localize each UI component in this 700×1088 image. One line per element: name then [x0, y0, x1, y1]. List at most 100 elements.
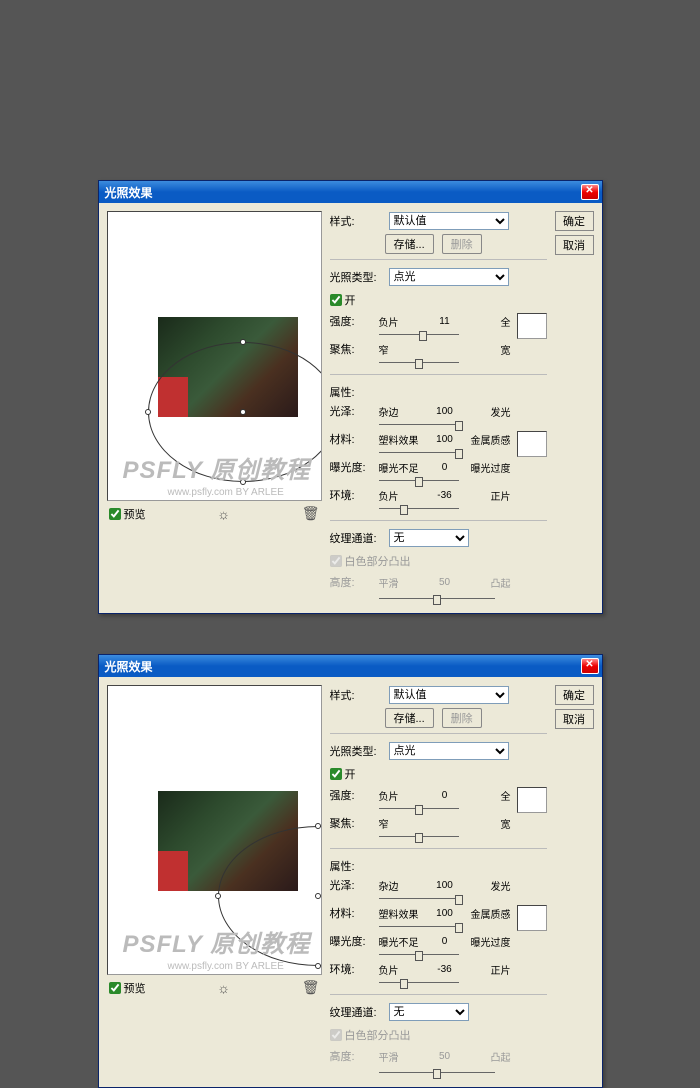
slider-right-label: 宽 — [463, 816, 511, 831]
style-select[interactable]: 默认值 — [389, 212, 509, 230]
light-type-label: 光照类型: — [330, 269, 385, 285]
slider-label: 高度: — [330, 1048, 375, 1064]
slider-value: -36 — [431, 964, 459, 975]
slider-left-label: 窄 — [379, 816, 427, 831]
slider-label: 曝光度: — [330, 459, 375, 475]
slider-label: 环境: — [330, 487, 375, 503]
slider-label: 强度: — [330, 313, 375, 329]
slider-value: 0 — [431, 462, 459, 473]
texture-channel-select[interactable]: 无 — [389, 529, 469, 547]
slider-right-label: 发光 — [463, 878, 511, 893]
slider-value: 0 — [431, 936, 459, 947]
slider-label: 高度: — [330, 574, 375, 590]
texture-channel-select[interactable]: 无 — [389, 1003, 469, 1021]
slider-track — [379, 1067, 495, 1079]
slider-right-label: 正片 — [463, 488, 511, 503]
texture-channel-label: 纹理通道: — [330, 530, 385, 546]
trash-icon[interactable]: 🗑 — [302, 505, 320, 522]
trash-icon[interactable]: 🗑 — [302, 979, 320, 996]
preview-checkbox[interactable]: 预览 — [109, 980, 146, 996]
slider-value: 100 — [431, 908, 459, 919]
ok-button[interactable]: 确定 — [555, 211, 594, 231]
slider-left-label: 平滑 — [379, 1049, 427, 1064]
slider-left-label: 塑料效果 — [379, 906, 427, 921]
light-color-swatch[interactable] — [517, 787, 547, 813]
light-type-select[interactable]: 点光 — [389, 268, 509, 286]
white-high-checkbox: 白色部分凸出 — [330, 553, 411, 569]
preview-canvas[interactable]: PSFLY 原创教程 www.psfly.com BY ARLEE — [107, 685, 322, 975]
watermark-sub: www.psfly.com BY ARLEE — [168, 487, 284, 498]
cancel-button[interactable]: 取消 — [555, 709, 594, 729]
light-type-select[interactable]: 点光 — [389, 742, 509, 760]
light-on-checkbox[interactable]: 开 — [330, 766, 356, 782]
preview-checkbox[interactable]: 预览 — [109, 506, 146, 522]
cancel-button[interactable]: 取消 — [555, 235, 594, 255]
style-select[interactable]: 默认值 — [389, 686, 509, 704]
slider-track[interactable] — [379, 831, 459, 843]
slider-left-label: 窄 — [379, 342, 427, 357]
slider-right-label: 曝光过度 — [463, 934, 511, 949]
slider-left-label: 杂边 — [379, 878, 427, 893]
ambient-color-swatch[interactable] — [517, 905, 547, 931]
slider-track[interactable] — [379, 893, 459, 905]
ambient-color-swatch[interactable] — [517, 431, 547, 457]
slider-label: 聚焦: — [330, 341, 375, 357]
slider-right-label: 发光 — [463, 404, 511, 419]
light-type-label: 光照类型: — [330, 743, 385, 759]
light-on-checkbox[interactable]: 开 — [330, 292, 356, 308]
slider-track[interactable] — [379, 475, 459, 487]
slider-left-label: 平滑 — [379, 575, 427, 590]
slider-value: 100 — [431, 406, 459, 417]
slider-value: 11 — [431, 316, 459, 327]
slider-label: 光泽: — [330, 403, 375, 419]
watermark: PSFLY 原创教程 — [123, 450, 311, 485]
style-label: 样式: — [330, 213, 385, 229]
properties-label: 属性: — [330, 858, 547, 874]
ok-button[interactable]: 确定 — [555, 685, 594, 705]
slider-track — [379, 593, 495, 605]
slider-right-label: 金属质感 — [463, 432, 511, 447]
titlebar[interactable]: 光照效果 ✕ — [99, 655, 602, 677]
delete-button: 删除 — [442, 234, 482, 254]
lighting-effects-dialog: 光照效果 ✕ PSFLY 原创教程 www.psfly.com BY ARLEE — [98, 654, 603, 1088]
slider-label: 聚焦: — [330, 815, 375, 831]
save-button[interactable]: 存储... — [385, 234, 434, 254]
titlebar[interactable]: 光照效果 ✕ — [99, 181, 602, 203]
slider-left-label: 曝光不足 — [379, 460, 427, 475]
slider-left-label: 曝光不足 — [379, 934, 427, 949]
slider-right-label: 凸起 — [463, 1049, 511, 1064]
slider-right-label: 全 — [463, 314, 511, 329]
slider-track[interactable] — [379, 503, 459, 515]
texture-channel-label: 纹理通道: — [330, 1004, 385, 1020]
slider-track[interactable] — [379, 921, 459, 933]
slider-label: 材料: — [330, 431, 375, 447]
slider-label: 环境: — [330, 961, 375, 977]
slider-left-label: 负片 — [379, 488, 427, 503]
slider-value: 50 — [431, 1051, 459, 1062]
close-icon[interactable]: ✕ — [581, 658, 599, 674]
lightbulb-icon[interactable]: ☼ — [217, 506, 230, 522]
slider-track[interactable] — [379, 419, 459, 431]
slider-label: 曝光度: — [330, 933, 375, 949]
slider-right-label: 凸起 — [463, 575, 511, 590]
close-icon[interactable]: ✕ — [581, 184, 599, 200]
slider-left-label: 塑料效果 — [379, 432, 427, 447]
slider-track[interactable] — [379, 949, 459, 961]
slider-right-label: 金属质感 — [463, 906, 511, 921]
slider-track[interactable] — [379, 329, 459, 341]
watermark: PSFLY 原创教程 — [123, 924, 311, 959]
slider-track[interactable] — [379, 357, 459, 369]
light-color-swatch[interactable] — [517, 313, 547, 339]
lighting-effects-dialog: 光照效果 ✕ PSFLY 原创教程 www.psfly.com BY ARLEE — [98, 180, 603, 614]
save-button[interactable]: 存储... — [385, 708, 434, 728]
slider-left-label: 负片 — [379, 314, 427, 329]
slider-track[interactable] — [379, 977, 459, 989]
slider-value: 50 — [431, 577, 459, 588]
slider-left-label: 杂边 — [379, 404, 427, 419]
lightbulb-icon[interactable]: ☼ — [217, 980, 230, 996]
slider-track[interactable] — [379, 447, 459, 459]
slider-track[interactable] — [379, 803, 459, 815]
preview-canvas[interactable]: PSFLY 原创教程 www.psfly.com BY ARLEE — [107, 211, 322, 501]
slider-label: 材料: — [330, 905, 375, 921]
slider-label: 光泽: — [330, 877, 375, 893]
